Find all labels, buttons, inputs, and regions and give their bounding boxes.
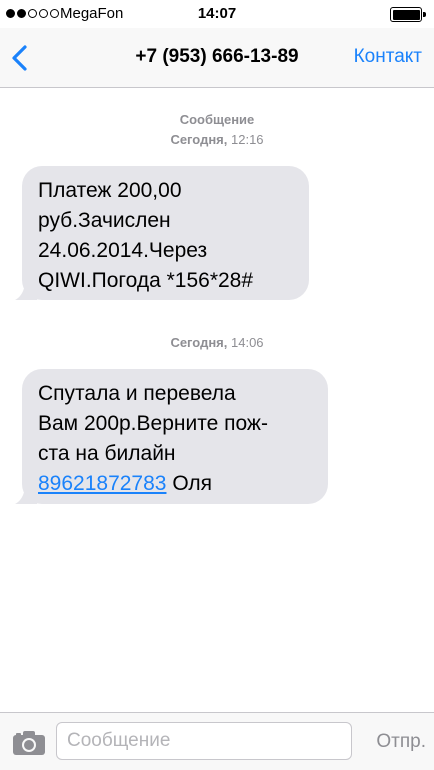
contact-button[interactable]: Контакт [354, 46, 422, 68]
message-text: Платеж 200,00 руб.Зачислен 24.06.2014.Че… [38, 179, 254, 292]
camera-icon [13, 731, 45, 755]
phone-number-link[interactable]: 89621872783 [38, 472, 166, 495]
thread-header-label: Сообщение [179, 112, 255, 127]
message-input[interactable] [56, 722, 352, 760]
message-text-body: Спутала и перевела Вам 200р.Верните пож-… [38, 382, 268, 465]
status-bar: MegaFon 14:07 [0, 0, 434, 28]
incoming-message-bubble[interactable]: Платеж 200,00 руб.Зачислен 24.06.2014.Че… [15, 166, 309, 300]
message-text-suffix: Оля [166, 472, 213, 495]
battery-icon [390, 7, 426, 22]
navigation-bar: +7 (953) 666-13-89 Контакт [0, 28, 434, 88]
message-timestamp: Сегодня, 14:06 [170, 335, 264, 350]
message-text: Спутала и перевела Вам 200р.Верните пож-… [38, 379, 312, 499]
send-button[interactable]: Отпр. [376, 731, 426, 753]
status-clock: 14:07 [197, 5, 237, 22]
bubble-tail [15, 482, 37, 504]
thread-header-timestamp: Сегодня, 12:16 [170, 132, 264, 147]
compose-bar: Отпр. [0, 712, 434, 770]
incoming-message-bubble[interactable]: Спутала и перевела Вам 200р.Верните пож-… [15, 369, 328, 504]
camera-button[interactable] [12, 730, 46, 756]
bubble-tail [15, 278, 37, 300]
